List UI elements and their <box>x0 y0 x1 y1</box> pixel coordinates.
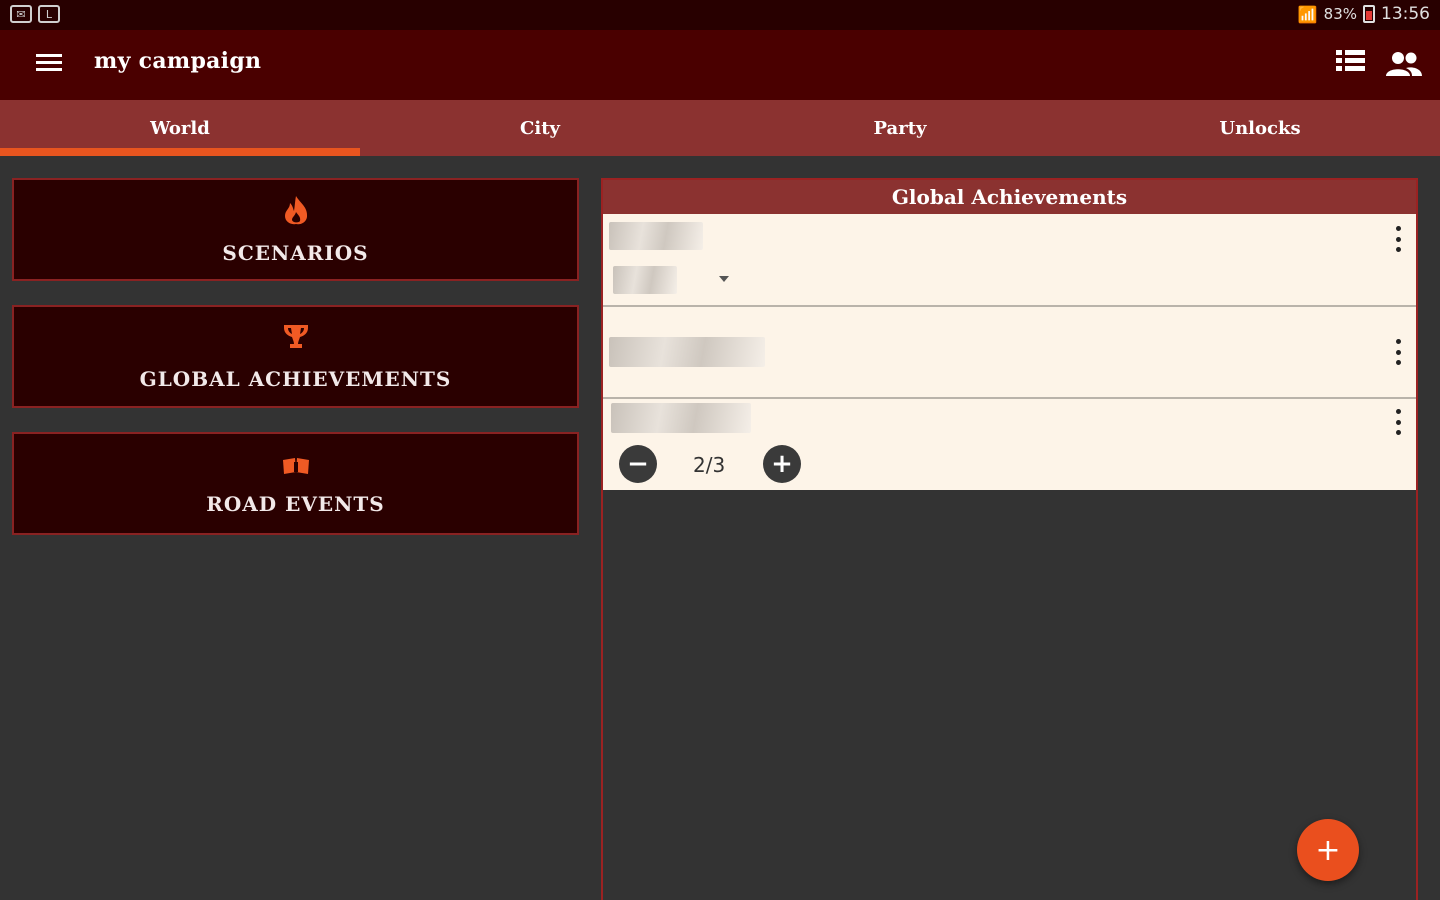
battery-percent: 83% <box>1323 5 1357 23</box>
blurred-text <box>613 266 677 294</box>
global-achievements-label: Global Achievements <box>139 366 452 391</box>
blurred-text <box>609 337 765 367</box>
people-icon[interactable] <box>1386 50 1422 80</box>
trophy-icon <box>281 323 311 357</box>
blurred-text <box>611 403 751 433</box>
battery-icon <box>1363 5 1375 23</box>
tab-world[interactable]: World <box>0 100 360 156</box>
road-events-card[interactable]: Road Events <box>12 432 579 535</box>
tab-city[interactable]: City <box>360 100 720 156</box>
tab-party[interactable]: Party <box>720 100 1080 156</box>
global-achievements-card[interactable]: Global Achievements <box>12 305 579 408</box>
cards-icon <box>281 452 311 482</box>
more-options-icon[interactable] <box>1396 339 1402 365</box>
status-bar: ✉ L 📶 83% 13:56 <box>0 0 1440 30</box>
list-item[interactable] <box>603 214 1416 307</box>
list-view-icon[interactable] <box>1336 50 1368 80</box>
navigation-cards: Scenarios Global Achievements Road Event… <box>12 178 579 559</box>
app-bar: my campaign <box>0 30 1440 100</box>
mail-icon: ✉ <box>10 5 32 23</box>
more-options-icon[interactable] <box>1396 226 1402 252</box>
scenarios-label: Scenarios <box>222 240 369 265</box>
tab-bar: World City Party Unlocks <box>0 100 1440 156</box>
status-notifications: ✉ L <box>10 5 60 23</box>
app-notification-icon: L <box>38 5 60 23</box>
panel-title: Global Achievements <box>603 180 1416 214</box>
road-events-label: Road Events <box>206 491 385 516</box>
decrement-button[interactable]: − <box>619 445 657 483</box>
dropdown-arrow-icon[interactable] <box>719 276 729 282</box>
list-item[interactable]: − 2/3 + <box>603 399 1416 490</box>
app-title: my campaign <box>94 48 262 74</box>
more-options-icon[interactable] <box>1396 409 1402 435</box>
wifi-icon: 📶 <box>1297 4 1318 24</box>
hamburger-menu-icon[interactable] <box>36 54 62 76</box>
increment-button[interactable]: + <box>763 445 801 483</box>
status-time: 13:56 <box>1381 4 1430 24</box>
flame-icon <box>282 195 310 231</box>
global-achievements-panel: Global Achievements − 2/3 + <box>601 178 1418 900</box>
tab-unlocks[interactable]: Unlocks <box>1080 100 1440 156</box>
scenarios-card[interactable]: Scenarios <box>12 178 579 281</box>
achievement-counter: 2/3 <box>693 453 726 477</box>
add-fab-button[interactable]: + <box>1297 819 1359 881</box>
list-item[interactable] <box>603 307 1416 399</box>
status-right: 📶 83% 13:56 <box>1298 4 1430 24</box>
blurred-text <box>609 222 703 250</box>
